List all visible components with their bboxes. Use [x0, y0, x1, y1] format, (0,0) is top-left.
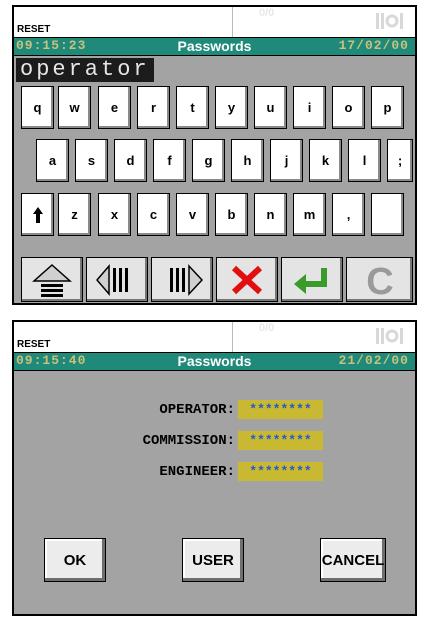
key-n[interactable]: n: [254, 193, 287, 236]
key-f[interactable]: f: [153, 139, 186, 182]
key-q[interactable]: q: [21, 86, 54, 129]
reset-label[interactable]: RESET: [17, 339, 50, 350]
key-o[interactable]: o: [332, 86, 365, 129]
user-button[interactable]: USER: [182, 538, 244, 582]
key-g[interactable]: g: [192, 139, 225, 182]
key-b[interactable]: b: [215, 193, 248, 236]
operator-label: OPERATOR:: [159, 402, 235, 418]
operator-password-field[interactable]: ********: [238, 400, 323, 419]
key-s[interactable]: s: [75, 139, 108, 182]
commission-password-row: COMMISSION: ********: [14, 431, 415, 451]
ok-button[interactable]: OK: [44, 538, 106, 582]
key-j[interactable]: j: [270, 139, 303, 182]
key-y[interactable]: y: [215, 86, 248, 129]
key-u[interactable]: u: [254, 86, 287, 129]
keyboard-screen: RESET 0/0 09:15:23 Passwords 17/02/00 op…: [12, 5, 417, 305]
cursor-right-button[interactable]: [151, 257, 213, 302]
top-divider: [232, 322, 233, 352]
shift-button[interactable]: [21, 257, 83, 302]
cursor-left-icon: [96, 263, 128, 296]
password-screen: RESET 0/0 09:15:40 Passwords 21/02/00 OP…: [12, 320, 417, 616]
signal-icon: [376, 328, 403, 344]
key-v[interactable]: v: [176, 193, 209, 236]
enter-button[interactable]: [281, 257, 343, 302]
delete-icon: [231, 265, 263, 294]
key-t[interactable]: t: [176, 86, 209, 129]
key-l[interactable]: l: [348, 139, 381, 182]
engineer-label: ENGINEER:: [159, 464, 235, 480]
enter-icon: [294, 267, 327, 294]
key-e[interactable]: e: [98, 86, 131, 129]
key-h[interactable]: h: [231, 139, 264, 182]
clear-icon: C: [366, 262, 393, 298]
top-bar: RESET 0/0: [14, 322, 415, 353]
status-bar: 09:15:40 Passwords 21/02/00: [14, 353, 415, 371]
status-bar: 09:15:23 Passwords 17/02/00: [14, 38, 415, 56]
status-date: 21/02/00: [338, 353, 409, 368]
key-r[interactable]: r: [137, 86, 170, 129]
operator-password-row: OPERATOR: ********: [14, 400, 415, 420]
top-divider: [232, 7, 233, 37]
key-caps-lock[interactable]: [21, 193, 54, 236]
reset-label[interactable]: RESET: [17, 24, 50, 35]
io-status: 0/0: [259, 7, 275, 19]
cursor-left-button[interactable]: [86, 257, 148, 302]
key-a[interactable]: a: [36, 139, 69, 182]
key-x[interactable]: x: [98, 193, 131, 236]
key-space[interactable]: [371, 193, 404, 236]
key-d[interactable]: d: [114, 139, 147, 182]
cancel-button[interactable]: CANCEL: [320, 538, 386, 582]
clear-button[interactable]: C: [346, 257, 413, 302]
key-c[interactable]: c: [137, 193, 170, 236]
engineer-password-field[interactable]: ********: [238, 462, 323, 481]
commission-password-field[interactable]: ********: [238, 431, 323, 450]
delete-button[interactable]: [216, 257, 278, 302]
key-comma[interactable]: ,: [332, 193, 365, 236]
signal-icon: [376, 13, 403, 29]
status-date: 17/02/00: [338, 38, 409, 53]
password-entry-field[interactable]: operator: [16, 58, 154, 82]
key-w[interactable]: w: [58, 86, 91, 129]
shift-icon: [32, 263, 72, 297]
key-z[interactable]: z: [58, 193, 91, 236]
key-i[interactable]: i: [293, 86, 326, 129]
svg-text:C: C: [366, 262, 393, 298]
caps-arrow-icon: [32, 206, 43, 223]
cursor-right-icon: [170, 263, 204, 296]
key-semicolon[interactable]: ;: [387, 139, 413, 182]
key-k[interactable]: k: [309, 139, 342, 182]
top-bar: RESET 0/0: [14, 7, 415, 38]
io-status: 0/0: [259, 322, 275, 334]
commission-label: COMMISSION:: [142, 433, 235, 449]
key-m[interactable]: m: [293, 193, 326, 236]
key-p[interactable]: p: [371, 86, 404, 129]
engineer-password-row: ENGINEER: ********: [14, 462, 415, 482]
